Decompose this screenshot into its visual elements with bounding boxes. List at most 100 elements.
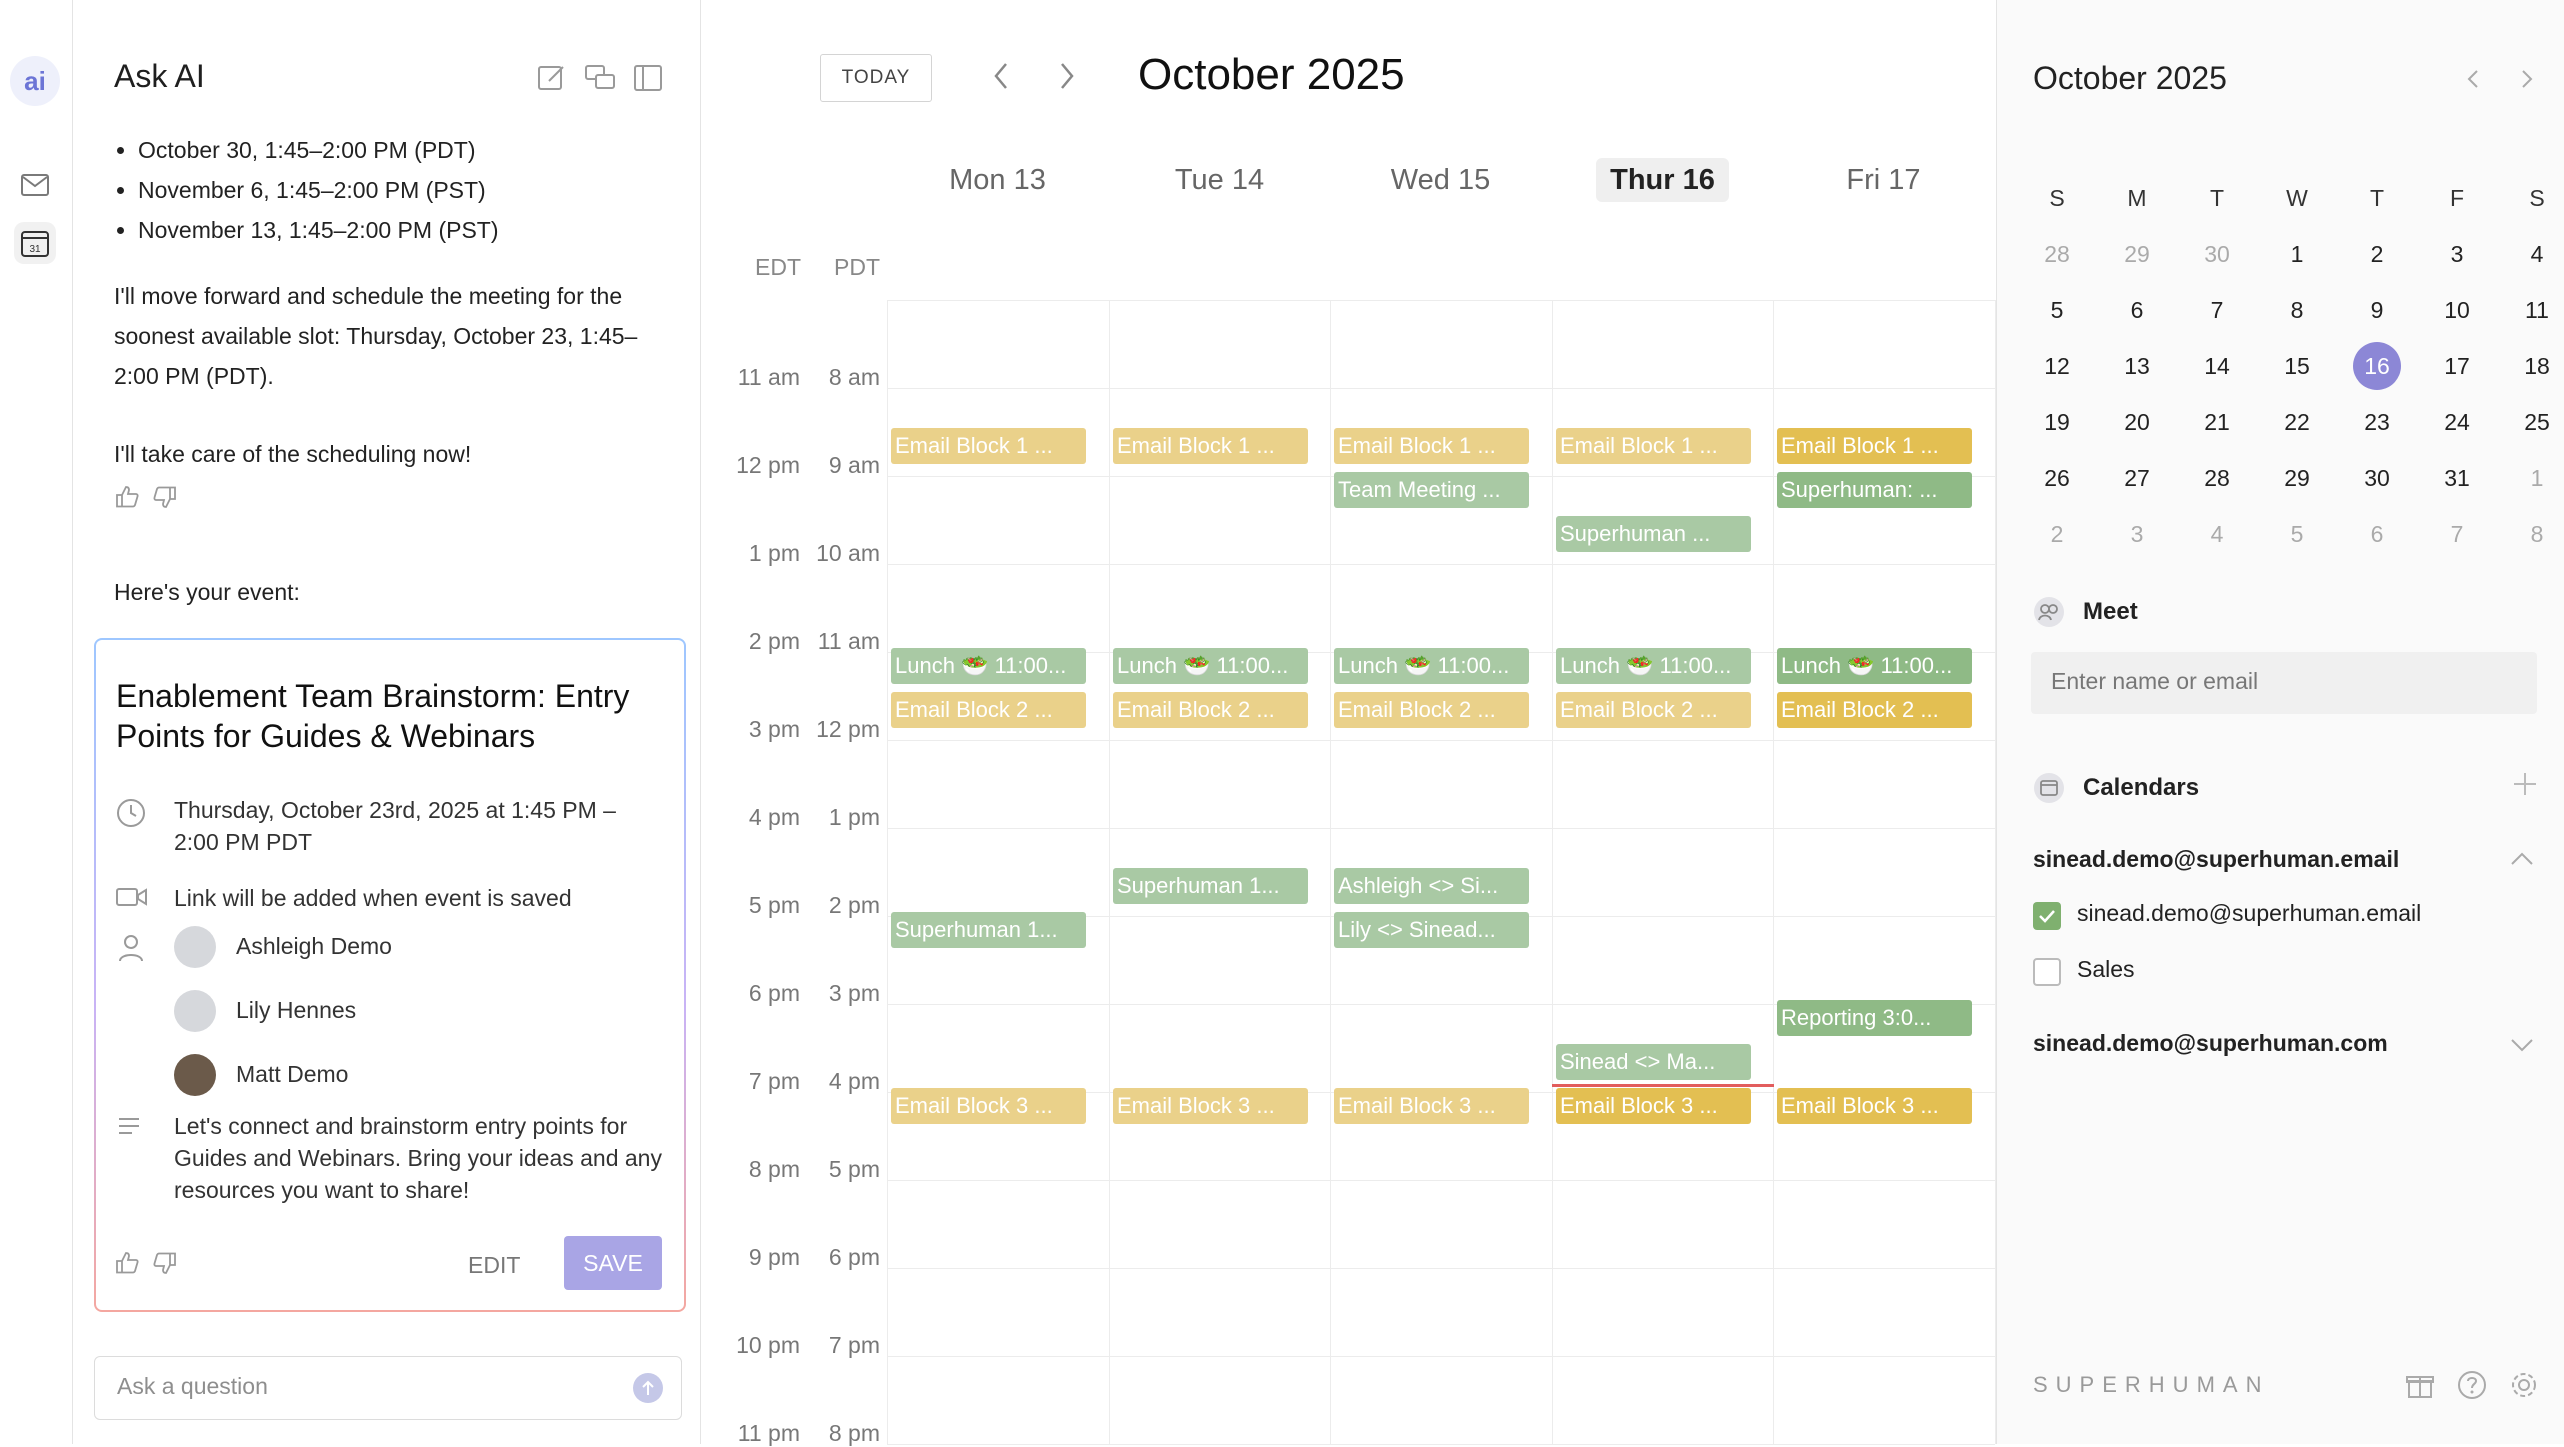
calendar-item-label[interactable]: Sales	[2077, 956, 2135, 983]
help-icon[interactable]	[2457, 1370, 2487, 1405]
mini-day[interactable]: 23	[2337, 394, 2417, 450]
edit-button[interactable]: EDIT	[468, 1252, 520, 1279]
mail-icon[interactable]	[14, 164, 56, 206]
ai-logo[interactable]: ai	[10, 56, 60, 106]
mini-day[interactable]: 26	[2017, 450, 2097, 506]
day-header[interactable]: Tue 14	[1109, 164, 1330, 197]
mini-day-selected[interactable]: 16	[2337, 338, 2417, 394]
mini-day[interactable]: 21	[2177, 394, 2257, 450]
calendar-event[interactable]: Reporting 3:0...	[1777, 1000, 1972, 1036]
mini-day[interactable]: 6	[2337, 506, 2417, 562]
account-email[interactable]: sinead.demo@superhuman.email	[2033, 846, 2399, 873]
calendar-event[interactable]: Lunch 🥗 11:00...	[1334, 648, 1529, 684]
save-button[interactable]: SAVE	[564, 1236, 662, 1290]
mini-day[interactable]: 20	[2097, 394, 2177, 450]
calendar-event[interactable]: Lunch 🥗 11:00...	[891, 648, 1086, 684]
thumbs-up-icon[interactable]	[114, 1250, 140, 1281]
mini-day[interactable]: 18	[2497, 338, 2564, 394]
thumbs-down-icon[interactable]	[152, 484, 178, 515]
calendar-checkbox[interactable]	[2033, 958, 2061, 986]
calendar-event[interactable]: Lunch 🥗 11:00...	[1113, 648, 1308, 684]
today-button[interactable]: TODAY	[820, 54, 932, 102]
day-header[interactable]: Wed 15	[1330, 164, 1551, 197]
mini-day[interactable]: 27	[2097, 450, 2177, 506]
mini-next-icon[interactable]	[2517, 66, 2537, 97]
calendar-event[interactable]: Email Block 2 ...	[1113, 692, 1308, 728]
mini-day[interactable]: 17	[2417, 338, 2497, 394]
mini-day[interactable]: 4	[2497, 226, 2564, 282]
calendar-event[interactable]: Email Block 2 ...	[1334, 692, 1529, 728]
next-week-icon[interactable]	[1052, 60, 1080, 97]
calendar-event[interactable]: Email Block 3 ...	[1113, 1088, 1308, 1124]
mini-day[interactable]: 31	[2417, 450, 2497, 506]
settings-icon[interactable]	[2509, 1370, 2539, 1405]
prev-week-icon[interactable]	[988, 60, 1016, 97]
chats-icon[interactable]	[582, 60, 618, 96]
calendar-event[interactable]: Email Block 3 ...	[1556, 1088, 1751, 1124]
mini-day[interactable]: 7	[2417, 506, 2497, 562]
mini-day[interactable]: 1	[2497, 450, 2564, 506]
day-header[interactable]: Fri 17	[1773, 164, 1994, 197]
mini-day[interactable]: 14	[2177, 338, 2257, 394]
calendar-event[interactable]: Email Block 1 ...	[1334, 428, 1529, 464]
send-icon[interactable]	[633, 1373, 663, 1403]
mini-day[interactable]: 25	[2497, 394, 2564, 450]
mini-day[interactable]: 30	[2177, 226, 2257, 282]
ask-question-input[interactable]: Ask a question	[94, 1356, 682, 1420]
calendar-event[interactable]: Team Meeting ...	[1334, 472, 1529, 508]
mini-day[interactable]: 15	[2257, 338, 2337, 394]
mini-day[interactable]: 6	[2097, 282, 2177, 338]
calendar-event[interactable]: Lunch 🥗 11:00...	[1777, 648, 1972, 684]
calendar-event[interactable]: Superhuman 1...	[1113, 868, 1308, 904]
mini-day[interactable]: 29	[2097, 226, 2177, 282]
calendar-event[interactable]: Email Block 1 ...	[891, 428, 1086, 464]
mini-day[interactable]: 2	[2017, 506, 2097, 562]
calendar-event[interactable]: Ashleigh <> Si...	[1334, 868, 1529, 904]
mini-day[interactable]: 5	[2017, 282, 2097, 338]
calendar-event[interactable]: Email Block 3 ...	[891, 1088, 1086, 1124]
calendar-event[interactable]: Email Block 3 ...	[1334, 1088, 1529, 1124]
mini-day[interactable]: 3	[2097, 506, 2177, 562]
mini-day[interactable]: 7	[2177, 282, 2257, 338]
mini-day[interactable]: 2	[2337, 226, 2417, 282]
mini-day[interactable]: 5	[2257, 506, 2337, 562]
mini-day[interactable]: 10	[2417, 282, 2497, 338]
mini-day[interactable]: 28	[2177, 450, 2257, 506]
chevron-down-icon[interactable]	[2509, 1036, 2535, 1059]
mini-day[interactable]: 22	[2257, 394, 2337, 450]
mini-day[interactable]: 12	[2017, 338, 2097, 394]
mini-day[interactable]: 3	[2417, 226, 2497, 282]
calendar-event[interactable]: Superhuman: ...	[1777, 472, 1972, 508]
mini-day[interactable]: 24	[2417, 394, 2497, 450]
account-email[interactable]: sinead.demo@superhuman.com	[2033, 1030, 2388, 1057]
mini-day[interactable]: 30	[2337, 450, 2417, 506]
calendar-event[interactable]: Email Block 2 ...	[1556, 692, 1751, 728]
calendar-event[interactable]: Email Block 2 ...	[1777, 692, 1972, 728]
mini-day[interactable]: 8	[2497, 506, 2564, 562]
meet-input[interactable]: Enter name or email	[2031, 652, 2537, 714]
mini-day[interactable]: 19	[2017, 394, 2097, 450]
mini-day[interactable]: 28	[2017, 226, 2097, 282]
mini-day[interactable]: 29	[2257, 450, 2337, 506]
calendar-event[interactable]: Superhuman ...	[1556, 516, 1751, 552]
thumbs-up-icon[interactable]	[114, 484, 140, 515]
calendar-event[interactable]: Email Block 3 ...	[1777, 1088, 1972, 1124]
calendar-event[interactable]: Sinead <> Ma...	[1556, 1044, 1751, 1080]
mini-day[interactable]: 8	[2257, 282, 2337, 338]
calendar-icon[interactable]: 31	[14, 222, 56, 264]
mini-day[interactable]: 9	[2337, 282, 2417, 338]
calendar-event[interactable]: Email Block 2 ...	[891, 692, 1086, 728]
sidebar-toggle-icon[interactable]	[630, 60, 666, 96]
day-header[interactable]: Mon 13	[887, 164, 1108, 197]
calendar-event[interactable]: Lily <> Sinead...	[1334, 912, 1529, 948]
calendar-event[interactable]: Email Block 1 ...	[1556, 428, 1751, 464]
compose-icon[interactable]	[534, 60, 570, 96]
calendar-event[interactable]: Lunch 🥗 11:00...	[1556, 648, 1751, 684]
calendar-item-label[interactable]: sinead.demo@superhuman.email	[2077, 900, 2421, 927]
chevron-up-icon[interactable]	[2509, 850, 2535, 873]
day-header-today[interactable]: Thur 16	[1552, 158, 1773, 202]
mini-day[interactable]: 1	[2257, 226, 2337, 282]
mini-day[interactable]: 11	[2497, 282, 2564, 338]
calendar-event[interactable]: Email Block 1 ...	[1777, 428, 1972, 464]
mini-prev-icon[interactable]	[2463, 66, 2483, 97]
